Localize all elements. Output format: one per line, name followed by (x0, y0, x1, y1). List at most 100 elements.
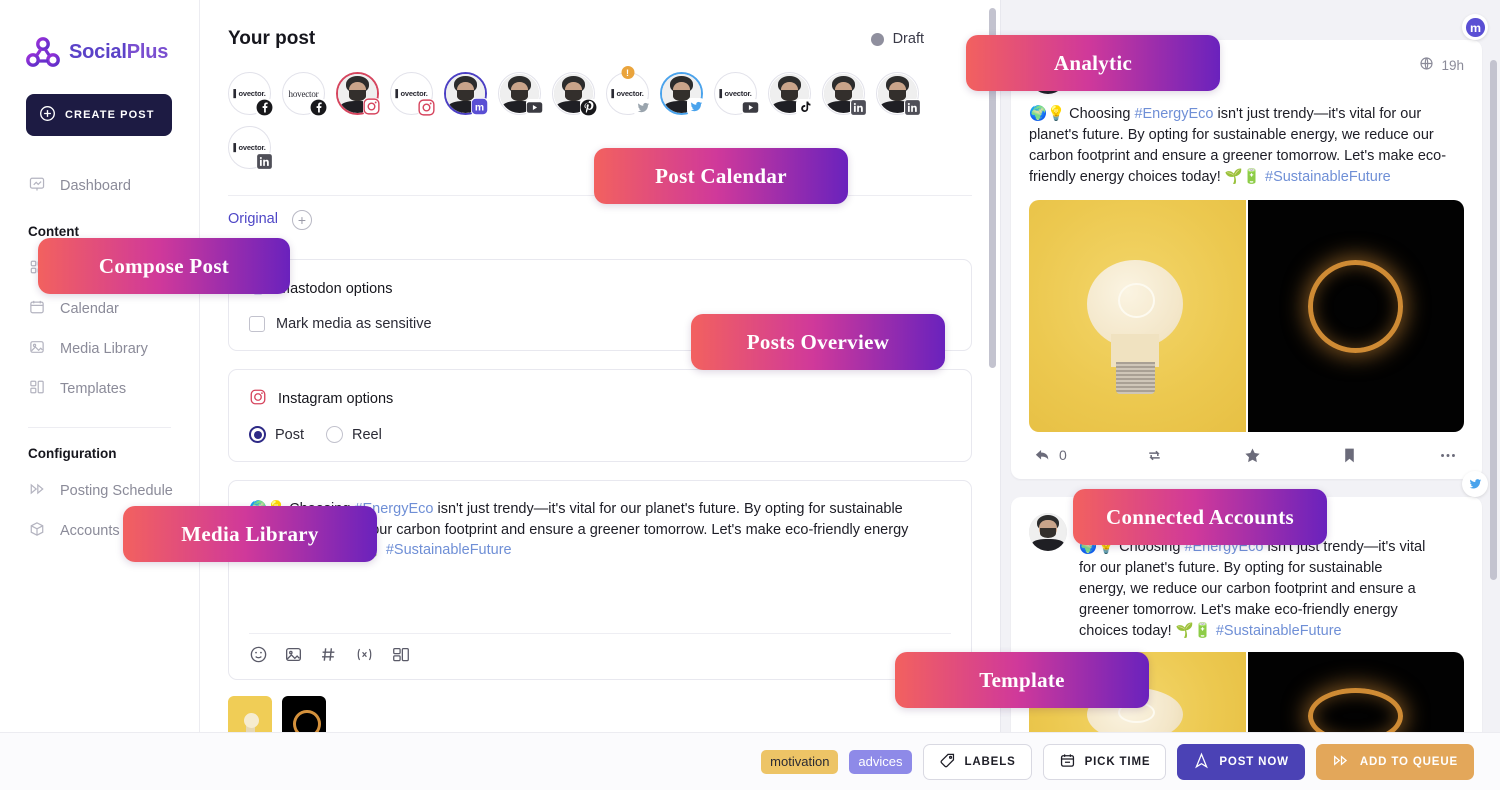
preview-post-time: 19h (1441, 57, 1464, 73)
plus-circle-icon (39, 105, 56, 125)
preview-hashtag-sustainablefuture[interactable]: #SustainableFuture (1216, 623, 1342, 639)
sidebar-item-posting-schedule[interactable]: Posting Schedule (0, 471, 199, 511)
account-avatar-twitter-8[interactable] (660, 72, 704, 115)
account-avatar-twitter-7[interactable]: ▌ovector.! (606, 66, 651, 116)
sidebar-divider (28, 427, 171, 428)
sidebar-item-templates[interactable]: Templates (0, 369, 199, 409)
preview-post-text: 🌍💡 Choosing #EnergyEco isn't just trendy… (1029, 104, 1464, 188)
svg-text:m: m (1469, 20, 1480, 34)
instagram-options-title: Instagram options (249, 388, 951, 410)
dashboard-icon (28, 175, 46, 197)
tag-motivation[interactable]: motivation (761, 749, 839, 774)
account-avatar-linkedin-13[interactable]: ▌ovector. (228, 126, 273, 170)
account-avatar-facebook-1[interactable]: hovector (282, 72, 327, 116)
emoji-icon[interactable] (249, 645, 268, 669)
glowing-ring-image[interactable] (1247, 199, 1464, 432)
favorite-button[interactable] (1243, 446, 1262, 465)
sidebar-item-dashboard[interactable]: Dashboard (0, 166, 199, 206)
image-icon (28, 338, 46, 360)
twitter-icon (634, 99, 651, 116)
mastodon-options-label: Mastodon options (278, 281, 393, 297)
page-title: Your post (228, 28, 316, 49)
app-root: SocialPlus CREATE POST Dashboard Content (0, 0, 1500, 790)
sidebar-item-calendar[interactable]: Calendar (0, 289, 199, 329)
account-avatar-tiktok-10[interactable] (768, 72, 813, 116)
account-avatar-mastodon-4[interactable]: m (444, 72, 488, 115)
create-post-button[interactable]: CREATE POST (26, 94, 172, 136)
fast-forward-icon (1332, 752, 1351, 772)
create-post-label: CREATE POST (65, 109, 155, 121)
templates-icon (28, 378, 46, 400)
instagram-type-radio-group: Post Reel (249, 426, 951, 443)
twitter-icon (687, 98, 704, 115)
instagram-icon (418, 99, 435, 116)
hashtag-icon[interactable] (319, 645, 338, 669)
pick-time-button-label: PICK TIME (1084, 755, 1151, 768)
tag-advices[interactable]: advices (849, 749, 912, 774)
linkedin-icon (850, 99, 867, 116)
radio-reel-input[interactable] (326, 426, 344, 443)
preview-post-mastodon: m Dima Botezatu @labots 19h (1011, 14, 1488, 479)
more-button[interactable] (1438, 446, 1458, 465)
account-avatar-instagram-3[interactable]: ▌ovector. (390, 72, 435, 116)
preview-post-actions: 0 (1029, 432, 1464, 469)
pick-time-button[interactable]: PICK TIME (1042, 743, 1167, 780)
radio-reel[interactable]: Reel (326, 426, 382, 443)
preview-post-text: 🌍💡 Choosing #EnergyEco isn't just trendy… (1079, 537, 1431, 641)
callout-posts-overview: Posts Overview (691, 314, 945, 370)
add-variant-button[interactable]: + (291, 210, 312, 230)
editor-toolbar: 36 (249, 633, 951, 679)
mark-sensitive-label: Mark media as sensitive (276, 316, 432, 332)
boost-button[interactable] (1145, 446, 1164, 465)
account-avatar-youtube-5[interactable] (498, 72, 543, 116)
post-now-button[interactable]: POST NOW (1177, 743, 1305, 780)
editor-hashtag-sustainablefuture[interactable]: #SustainableFuture (386, 542, 512, 558)
socialplus-logo-icon (26, 36, 60, 68)
add-to-queue-button[interactable]: ADD TO QUEUE (1315, 743, 1474, 780)
account-avatar-linkedin-11[interactable] (822, 72, 867, 116)
box-icon (28, 520, 46, 542)
reply-button[interactable]: 0 (1033, 446, 1067, 465)
callout-compose-post: Compose Post (38, 238, 290, 294)
labels-button[interactable]: LABELS (922, 743, 1032, 780)
account-avatar-youtube-9[interactable]: ▌ovector. (714, 72, 759, 116)
preview-hashtag-sustainablefuture[interactable]: #SustainableFuture (1265, 169, 1391, 185)
callout-template: Template (895, 652, 1149, 708)
template-icon[interactable] (391, 645, 411, 669)
reply-count: 0 (1059, 447, 1067, 463)
action-bar: motivation advices LABELS PICK TIME POST… (0, 732, 1500, 790)
mastodon-icon: m (471, 98, 488, 115)
twitter-icon (1462, 470, 1488, 497)
radio-post-input[interactable] (249, 426, 266, 443)
composer-panel: Your post Draft ▌ovector. hovector ▌ovecto… (200, 0, 1000, 790)
svg-text:m: m (475, 102, 484, 113)
tab-original[interactable]: Original (228, 211, 278, 240)
variable-icon[interactable] (354, 645, 375, 669)
facebook-icon (256, 99, 273, 116)
sidebar-item-label: Media Library (60, 341, 148, 357)
youtube-icon (742, 99, 759, 116)
calendar-icon (28, 298, 46, 320)
brand-logo[interactable]: SocialPlus (0, 0, 199, 68)
image-icon[interactable] (284, 645, 303, 669)
facebook-icon (310, 99, 327, 116)
brand-name: SocialPlus (69, 40, 169, 63)
instagram-icon (363, 98, 380, 115)
status-badge[interactable]: Draft (870, 31, 972, 47)
radio-reel-label: Reel (352, 426, 382, 443)
instagram-options-label: Instagram options (278, 391, 394, 407)
radio-post[interactable]: Post (249, 426, 304, 443)
preview-hashtag-energyeco[interactable]: #EnergyEco (1134, 106, 1213, 122)
preview-scrollbar[interactable] (1490, 0, 1497, 790)
account-avatar-linkedin-12[interactable] (876, 72, 921, 116)
account-avatar-instagram-2[interactable] (336, 72, 380, 115)
bookmark-button[interactable] (1340, 446, 1359, 465)
mark-sensitive-checkbox[interactable] (249, 316, 265, 332)
lightbulb-image[interactable] (1029, 199, 1246, 432)
account-avatar-pinterest-6[interactable] (552, 72, 597, 116)
sidebar-item-media-library[interactable]: Media Library (0, 329, 199, 369)
preview-text-lead: 🌍💡 Choosing (1029, 106, 1135, 122)
linkedin-icon (904, 99, 921, 116)
status-dot-icon (870, 32, 884, 46)
account-avatar-facebook-0[interactable]: ▌ovector. (228, 72, 273, 116)
